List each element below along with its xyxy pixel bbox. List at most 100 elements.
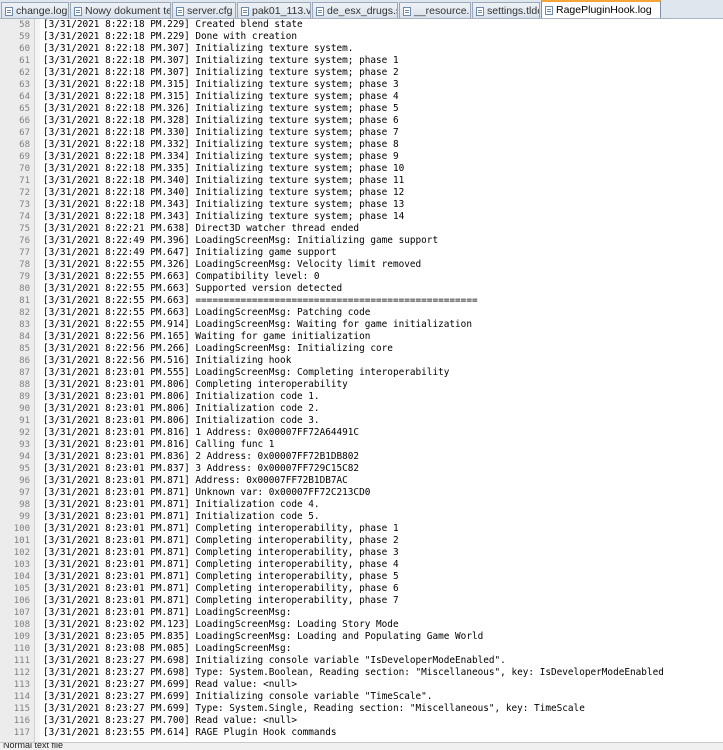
editor-line[interactable]: 100 [3/31/2021 8:23:01 PM.871] Completing… <box>0 523 723 535</box>
editor-line[interactable]: 64 [3/31/2021 8:22:18 PM.315] Initializin… <box>0 91 723 103</box>
editor-line[interactable]: 99 [3/31/2021 8:23:01 PM.871] Initializat… <box>0 511 723 523</box>
editor-lines[interactable]: 58 [3/31/2021 8:22:18 PM.229] Created ble… <box>0 19 723 739</box>
editor-line[interactable]: 106 [3/31/2021 8:23:01 PM.871] Completing… <box>0 595 723 607</box>
line-text: [3/31/2021 8:22:18 PM.334] Initializing … <box>43 151 399 162</box>
line-text: [3/31/2021 8:22:21 PM.638] Direct3D watc… <box>43 223 360 234</box>
editor-line[interactable]: 112 [3/31/2021 8:23:27 PM.698] Type: Syst… <box>0 667 723 679</box>
editor-line[interactable]: 77 [3/31/2021 8:22:49 PM.647] Initializin… <box>0 247 723 259</box>
editor-line[interactable]: 85 [3/31/2021 8:22:56 PM.266] LoadingScre… <box>0 343 723 355</box>
tab-file[interactable]: change.log <box>1 2 69 18</box>
line-number: 58 <box>19 20 30 30</box>
line-number: 70 <box>19 164 30 174</box>
editor-line[interactable]: 67 [3/31/2021 8:22:18 PM.330] Initializin… <box>0 127 723 139</box>
line-text: [3/31/2021 8:23:01 PM.871] Initializatio… <box>43 499 320 510</box>
tab-file[interactable]: server.cfg <box>172 2 236 18</box>
editor-line[interactable]: 89 [3/31/2021 8:23:01 PM.806] Initializat… <box>0 391 723 403</box>
editor-line[interactable]: 72 [3/31/2021 8:22:18 PM.340] Initializin… <box>0 187 723 199</box>
tab-file[interactable]: settings.tldc <box>472 2 540 18</box>
editor-line[interactable]: 76 [3/31/2021 8:22:49 PM.396] LoadingScre… <box>0 235 723 247</box>
editor-line[interactable]: 94 [3/31/2021 8:23:01 PM.836] 2 Address: … <box>0 451 723 463</box>
line-text: [3/31/2021 8:22:55 PM.663] =============… <box>43 295 478 306</box>
line-number: 74 <box>19 212 30 222</box>
editor-line[interactable]: 59 [3/31/2021 8:22:18 PM.229] Done with c… <box>0 31 723 43</box>
editor-line[interactable]: 87 [3/31/2021 8:23:01 PM.555] LoadingScre… <box>0 367 723 379</box>
editor-line[interactable]: 78 [3/31/2021 8:22:55 PM.326] LoadingScre… <box>0 259 723 271</box>
file-icon <box>176 7 184 16</box>
text-editor[interactable]: 58 [3/31/2021 8:22:18 PM.229] Created ble… <box>0 19 723 742</box>
editor-line[interactable]: 88 [3/31/2021 8:23:01 PM.806] Completing … <box>0 379 723 391</box>
editor-line[interactable]: 60 [3/31/2021 8:22:18 PM.307] Initializin… <box>0 43 723 55</box>
editor-line[interactable]: 80 [3/31/2021 8:22:55 PM.663] Supported v… <box>0 283 723 295</box>
editor-line[interactable]: 113 [3/31/2021 8:23:27 PM.699] Read value… <box>0 679 723 691</box>
editor-line[interactable]: 102 [3/31/2021 8:23:01 PM.871] Completing… <box>0 547 723 559</box>
editor-line[interactable]: 91 [3/31/2021 8:23:01 PM.806] Initializat… <box>0 415 723 427</box>
line-number: 59 <box>19 32 30 42</box>
editor-line[interactable]: 104 [3/31/2021 8:23:01 PM.871] Completing… <box>0 571 723 583</box>
editor-line[interactable]: 71 [3/31/2021 8:22:18 PM.340] Initializin… <box>0 175 723 187</box>
editor-line[interactable]: 81 [3/31/2021 8:22:55 PM.663] ===========… <box>0 295 723 307</box>
tab-file[interactable]: RagePluginHook.log <box>541 0 661 18</box>
line-text: [3/31/2021 8:22:18 PM.315] Initializing … <box>43 79 399 90</box>
editor-line[interactable]: 74 [3/31/2021 8:22:18 PM.343] Initializin… <box>0 211 723 223</box>
line-text: [3/31/2021 8:22:18 PM.340] Initializing … <box>43 175 405 186</box>
editor-line[interactable]: 97 [3/31/2021 8:23:01 PM.871] Unknown var… <box>0 487 723 499</box>
editor-line[interactable]: 79 [3/31/2021 8:22:55 PM.663] Compatibili… <box>0 271 723 283</box>
editor-line[interactable]: 117 [3/31/2021 8:23:55 PM.614] RAGE Plugi… <box>0 727 723 739</box>
line-number: 89 <box>19 392 30 402</box>
editor-line[interactable]: 116 [3/31/2021 8:23:27 PM.700] Read value… <box>0 715 723 727</box>
tab-file[interactable]: de_esx_drugs.sql <box>312 2 398 18</box>
line-text: [3/31/2021 8:22:18 PM.343] Initializing … <box>43 199 405 210</box>
line-text: [3/31/2021 8:22:18 PM.332] Initializing … <box>43 139 399 150</box>
line-text: [3/31/2021 8:23:27 PM.700] Read value: <… <box>43 715 297 726</box>
editor-line[interactable]: 107 [3/31/2021 8:23:01 PM.871] LoadingScr… <box>0 607 723 619</box>
tab-label: change.log <box>16 5 68 17</box>
editor-line[interactable]: 110 [3/31/2021 8:23:08 PM.085] LoadingScr… <box>0 643 723 655</box>
line-text: [3/31/2021 8:23:01 PM.816] Calling func … <box>43 439 275 450</box>
editor-line[interactable]: 83 [3/31/2021 8:22:55 PM.914] LoadingScre… <box>0 319 723 331</box>
editor-line[interactable]: 82 [3/31/2021 8:22:55 PM.663] LoadingScre… <box>0 307 723 319</box>
line-text: [3/31/2021 8:23:01 PM.871] Completing in… <box>43 571 399 582</box>
editor-line[interactable]: 84 [3/31/2021 8:22:56 PM.165] Waiting for… <box>0 331 723 343</box>
editor-line[interactable]: 92 [3/31/2021 8:23:01 PM.816] 1 Address: … <box>0 427 723 439</box>
editor-line[interactable]: 96 [3/31/2021 8:23:01 PM.871] Address: 0x… <box>0 475 723 487</box>
editor-line[interactable]: 108 [3/31/2021 8:23:02 PM.123] LoadingScr… <box>0 619 723 631</box>
line-text: [3/31/2021 8:22:18 PM.328] Initializing … <box>43 115 399 126</box>
line-number: 107 <box>13 608 30 618</box>
editor-line[interactable]: 93 [3/31/2021 8:23:01 PM.816] Calling fun… <box>0 439 723 451</box>
editor-line[interactable]: 63 [3/31/2021 8:22:18 PM.315] Initializin… <box>0 79 723 91</box>
editor-line[interactable]: 95 [3/31/2021 8:23:01 PM.837] 3 Address: … <box>0 463 723 475</box>
editor-line[interactable]: 58 [3/31/2021 8:22:18 PM.229] Created ble… <box>0 19 723 31</box>
tab-label: Nowy dokument tekstowy.txt <box>85 5 170 17</box>
editor-line[interactable]: 65 [3/31/2021 8:22:18 PM.326] Initializin… <box>0 103 723 115</box>
tab-file[interactable]: Nowy dokument tekstowy.txt <box>70 2 171 18</box>
editor-line[interactable]: 70 [3/31/2021 8:22:18 PM.335] Initializin… <box>0 163 723 175</box>
editor-line[interactable]: 114 [3/31/2021 8:23:27 PM.699] Initializi… <box>0 691 723 703</box>
tab-label: server.cfg <box>187 5 233 17</box>
editor-line[interactable]: 69 [3/31/2021 8:22:18 PM.334] Initializin… <box>0 151 723 163</box>
editor-line[interactable]: 73 [3/31/2021 8:22:18 PM.343] Initializin… <box>0 199 723 211</box>
line-number: 116 <box>13 716 30 726</box>
editor-line[interactable]: 115 [3/31/2021 8:23:27 PM.699] Type: Syst… <box>0 703 723 715</box>
tab-bar: change.log Nowy dokument tekstowy.txt serv… <box>0 0 723 19</box>
editor-line[interactable]: 75 [3/31/2021 8:22:21 PM.638] Direct3D wa… <box>0 223 723 235</box>
editor-line[interactable]: 61 [3/31/2021 8:22:18 PM.307] Initializin… <box>0 55 723 67</box>
editor-line[interactable]: 86 [3/31/2021 8:22:56 PM.516] Initializin… <box>0 355 723 367</box>
editor-line[interactable]: 90 [3/31/2021 8:23:01 PM.806] Initializat… <box>0 403 723 415</box>
line-text: [3/31/2021 8:23:55 PM.614] RAGE Plugin H… <box>43 727 337 738</box>
editor-line[interactable]: 68 [3/31/2021 8:22:18 PM.332] Initializin… <box>0 139 723 151</box>
line-text: [3/31/2021 8:23:01 PM.871] Completing in… <box>43 595 399 606</box>
editor-line[interactable]: 62 [3/31/2021 8:22:18 PM.307] Initializin… <box>0 67 723 79</box>
tab-file[interactable]: __resource.lua <box>399 2 471 18</box>
editor-line[interactable]: 66 [3/31/2021 8:22:18 PM.328] Initializin… <box>0 115 723 127</box>
line-text: [3/31/2021 8:23:27 PM.699] Read value: <… <box>43 679 297 690</box>
line-text: [3/31/2021 8:22:49 PM.647] Initializing … <box>43 247 337 258</box>
editor-line[interactable]: 103 [3/31/2021 8:23:01 PM.871] Completing… <box>0 559 723 571</box>
line-number: 113 <box>13 680 30 690</box>
editor-line[interactable]: 111 [3/31/2021 8:23:27 PM.698] Initializi… <box>0 655 723 667</box>
tab-file[interactable]: pak01_113.vpk <box>237 2 311 18</box>
editor-line[interactable]: 101 [3/31/2021 8:23:01 PM.871] Completing… <box>0 535 723 547</box>
editor-line[interactable]: 98 [3/31/2021 8:23:01 PM.871] Initializat… <box>0 499 723 511</box>
line-text: [3/31/2021 8:23:01 PM.836] 2 Address: 0x… <box>43 451 360 462</box>
editor-line[interactable]: 109 [3/31/2021 8:23:05 PM.835] LoadingScr… <box>0 631 723 643</box>
editor-line[interactable]: 105 [3/31/2021 8:23:01 PM.871] Completing… <box>0 583 723 595</box>
